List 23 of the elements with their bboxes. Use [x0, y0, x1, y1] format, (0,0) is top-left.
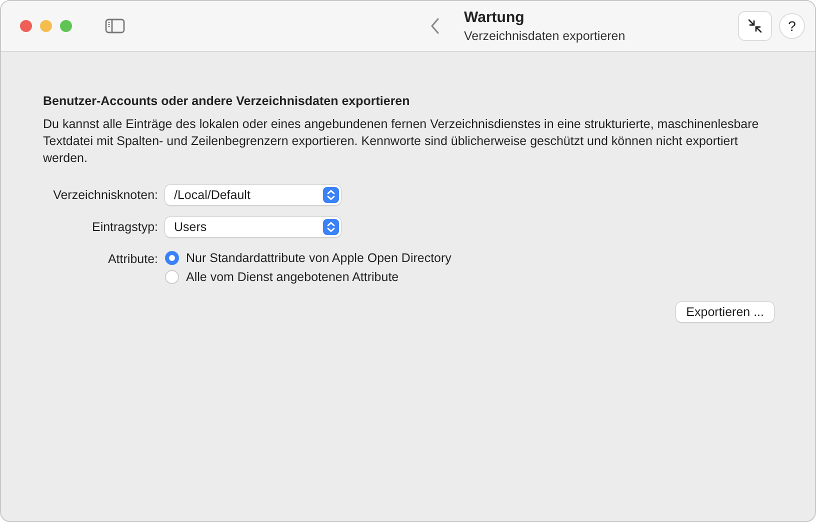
- radio-button[interactable]: [165, 270, 179, 284]
- radio-button[interactable]: [165, 251, 179, 265]
- back-icon[interactable]: [430, 17, 440, 35]
- close-button[interactable]: [20, 20, 32, 32]
- window-subtitle: Verzeichnisdaten exportieren: [464, 29, 626, 43]
- export-button[interactable]: Exportieren ...: [676, 302, 774, 322]
- popup-button[interactable]: /Local/Default: [165, 185, 341, 205]
- collapse-icon: [747, 18, 763, 34]
- radio-label[interactable]: Nur Standardattribute von Apple Open Directory: [186, 251, 452, 265]
- section-heading: Benutzer-Accounts oder andere Verzeichnisdaten exportieren: [43, 94, 411, 108]
- popup-button[interactable]: Users: [165, 217, 341, 237]
- sidebar-icon[interactable]: [105, 18, 125, 34]
- description-text: Du kannst alle Einträge des lokalen oder eines angebundenen fernen Verzeichnisdienstes in eine strukturierte, maschinenlesbare Textdatei mit Spalten- und Zeilenbegrenzern exportieren. Kennworte sind üblicherweise geschützt und können nicht exportiert werden.: [43, 116, 760, 167]
- field-label: Attribute:: [106, 251, 158, 268]
- window-title: Wartung: [464, 9, 526, 26]
- chevron-icon: [323, 187, 339, 203]
- zoom-button[interactable]: [60, 20, 72, 32]
- radio-label[interactable]: Alle vom Dienst angebotenen Attribute: [186, 270, 399, 284]
- field-label: Eintragstyp:: [90, 219, 158, 236]
- chevron-icon: [323, 219, 339, 235]
- collapse-button[interactable]: [738, 11, 772, 41]
- field-label: Verzeichnisknoten:: [52, 187, 158, 204]
- help-button[interactable]: ?: [779, 13, 805, 39]
